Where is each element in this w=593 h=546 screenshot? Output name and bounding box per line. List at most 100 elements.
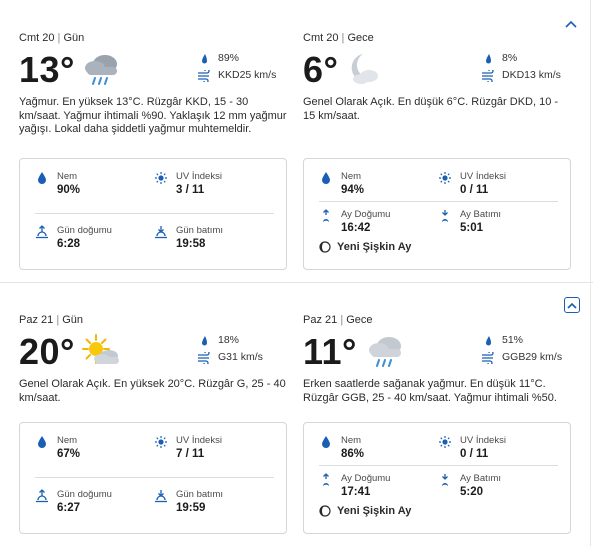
uv-cell: UV İndeksi 0 / 11 <box>438 435 558 467</box>
period-date: Cmt 20 <box>303 32 339 44</box>
humidity-value: 67% <box>57 448 81 460</box>
uv-label: UV İndeksi <box>460 435 506 446</box>
day-period-column: Cmt 20 | Gün 13° 89% KKD25 km/s Yağmur. … <box>19 30 287 152</box>
uv-value: 7 / 11 <box>176 448 205 460</box>
collapse-button[interactable] <box>563 18 579 30</box>
wind-speed: DKD13 km/s <box>502 69 561 81</box>
wind-icon <box>481 69 495 83</box>
night-period-column: Paz 21 | Gece 11° 51% GGB29 km/s Erken s… <box>303 312 571 434</box>
day-details-card: Nem 67% UV İndeksi 7 / 11 Gün doğumu 6:2… <box>19 422 287 534</box>
card-divider <box>35 477 274 478</box>
period-header: Cmt 20 | Gece <box>303 32 374 44</box>
sunset-cell: Gün batımı 19:59 <box>154 489 274 521</box>
sunrise-cell: Gün doğumu 6:27 <box>35 489 155 521</box>
humidity-label: Nem <box>57 435 78 446</box>
period-name: Gün <box>62 314 84 326</box>
sunrise-label: Gün doğumu <box>57 225 112 236</box>
moon-phase-icon <box>319 505 331 517</box>
humidity-cell: Nem 94% <box>319 171 439 203</box>
uv-cell: UV İndeksi 0 / 11 <box>438 171 558 203</box>
moonrise-value: 16:42 <box>341 222 371 234</box>
moonrise-cell: Ay Doğumu 16:42 <box>319 209 439 241</box>
moonrise-cell: Ay Doğumu 17:41 <box>319 473 439 505</box>
moon-phase-label: Yeni Şişkin Ay <box>337 241 412 253</box>
precip-wind-stats: 89% KKD25 km/s <box>197 50 287 84</box>
period-date: Cmt 20 <box>19 32 55 44</box>
night-details-card: Nem 86% UV İndeksi 0 / 11 Ay Doğumu 17:4… <box>303 422 571 534</box>
wind-icon <box>197 351 211 365</box>
sunrise-value: 6:27 <box>57 502 81 514</box>
moonset-value: 5:20 <box>460 486 484 498</box>
rain-cloud-icon <box>369 337 401 367</box>
wind-speed: G31 km/s <box>218 351 263 363</box>
moonrise-label: Ay Doğumu <box>341 473 391 484</box>
moonset-cell: Ay Batımı 5:20 <box>438 473 558 505</box>
wind-icon <box>197 69 211 83</box>
uv-cell: UV İndeksi 3 / 11 <box>154 171 274 203</box>
wind-speed: KKD25 km/s <box>218 69 277 81</box>
raindrop-icon <box>481 52 495 66</box>
uv-sun-icon <box>438 435 452 449</box>
divider <box>590 284 591 546</box>
humidity-label: Nem <box>57 171 78 182</box>
uv-label: UV İndeksi <box>176 171 222 182</box>
period-header: Paz 21 | Gece <box>303 314 373 326</box>
humidity-label: Nem <box>341 435 362 446</box>
precip-wind-stats: 8% DKD13 km/s <box>481 50 571 84</box>
sunrise-icon <box>35 225 49 239</box>
sunrise-label: Gün doğumu <box>57 489 112 500</box>
uv-label: UV İndeksi <box>176 435 222 446</box>
precip-wind-stats: 18% G31 km/s <box>197 332 287 366</box>
sunset-icon <box>154 225 168 239</box>
day-period-column: Paz 21 | Gün 20° 18% G31 km/s Genel Olar… <box>19 312 287 434</box>
moonset-icon <box>438 209 452 223</box>
humidity-cell: Nem 90% <box>35 171 155 203</box>
night-details-card: Nem 94% UV İndeksi 0 / 11 Ay Doğumu 16:4… <box>303 158 571 270</box>
uv-value: 3 / 11 <box>176 184 205 196</box>
moon-phase-label: Yeni Şişkin Ay <box>337 505 412 517</box>
moon-cloud-icon <box>351 54 378 84</box>
moonset-icon <box>438 473 452 487</box>
wind-icon <box>481 351 495 365</box>
moonrise-value: 17:41 <box>341 486 371 498</box>
humidity-drop-icon <box>319 435 333 449</box>
humidity-drop-icon <box>35 171 49 185</box>
period-name: Gün <box>63 32 85 44</box>
expand-toggle-button[interactable] <box>564 297 580 313</box>
sunset-value: 19:58 <box>176 238 206 250</box>
period-name: Gece <box>347 32 374 44</box>
sunset-icon <box>154 489 168 503</box>
precip-chance: 8% <box>502 52 518 64</box>
card-divider <box>319 465 558 466</box>
raindrop-icon <box>197 334 211 348</box>
temperature: 11° <box>303 331 357 372</box>
humidity-value: 86% <box>341 448 365 460</box>
card-divider <box>35 213 274 214</box>
humidity-cell: Nem 86% <box>319 435 439 467</box>
sunset-cell: Gün batımı 19:58 <box>154 225 274 257</box>
sunset-label: Gün batımı <box>176 489 223 500</box>
rain-cloud-icon <box>85 55 117 85</box>
humidity-cell: Nem 67% <box>35 435 155 467</box>
uv-sun-icon <box>154 435 168 449</box>
day-details-card: Nem 90% UV İndeksi 3 / 11 Gün doğumu 6:2… <box>19 158 287 270</box>
uv-label: UV İndeksi <box>460 171 506 182</box>
uv-cell: UV İndeksi 7 / 11 <box>154 435 274 467</box>
chevron-up-icon <box>565 20 577 28</box>
uv-sun-icon <box>438 171 452 185</box>
moonset-label: Ay Batımı <box>460 473 502 484</box>
moon-phase: Yeni Şişkin Ay <box>319 241 411 253</box>
moon-phase-icon <box>319 241 331 253</box>
period-header: Cmt 20 | Gün <box>19 32 85 44</box>
temperature: 13° <box>19 49 75 90</box>
sunset-value: 19:59 <box>176 502 206 514</box>
day-forecast-sunday: Paz 21 | Gün 20° 18% G31 km/s Genel Olar… <box>0 284 593 546</box>
moonset-cell: Ay Batımı 5:01 <box>438 209 558 241</box>
precip-chance: 18% <box>218 334 240 346</box>
precip-chance: 89% <box>218 52 240 64</box>
precip-wind-stats: 51% GGB29 km/s <box>481 332 571 366</box>
expand-toggle-icon <box>567 302 577 309</box>
moonrise-label: Ay Doğumu <box>341 209 391 220</box>
sun-cloud-icon <box>82 334 119 364</box>
humidity-value: 94% <box>341 184 365 196</box>
